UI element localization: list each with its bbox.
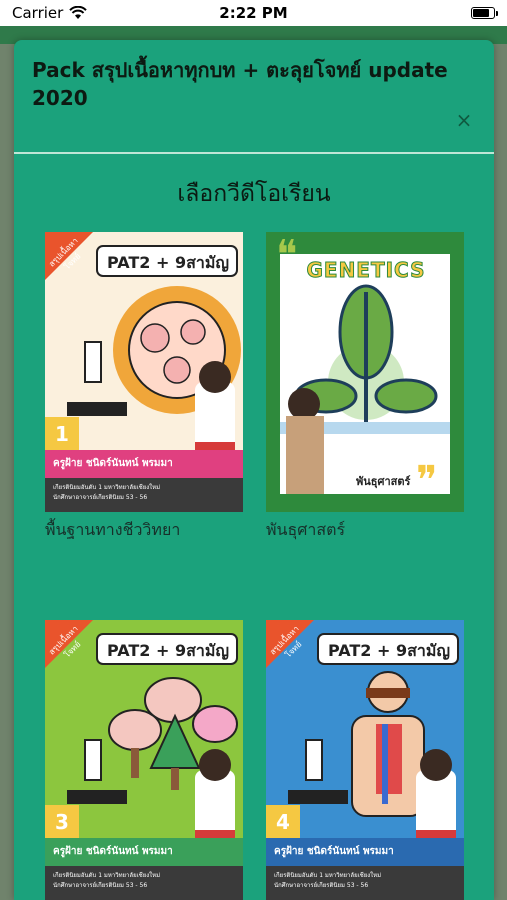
video-title[interactable]: พันธุศาสตร์: [266, 518, 494, 543]
carrier-label: Carrier: [12, 4, 64, 22]
battery-level: [473, 9, 490, 17]
wifi-icon: [69, 6, 88, 19]
video-cover[interactable]: สรุปเนื้อหา โจทย์ PAT2 + 9สามัญ 3 ครูฝ้า…: [45, 620, 243, 900]
video-cover[interactable]: สรุปเนื้อหา โจทย์ PAT2 + 9สามัญ 1 ครูฝ้า…: [45, 232, 243, 512]
modal-title: Pack สรุปเนื้อหาทุกบท + ตะลุยโจทย์ updat…: [32, 58, 448, 110]
cover-number: 4: [276, 810, 290, 834]
video-select-modal: Pack สรุปเนื้อหาทุกบท + ตะลุยโจทย์ updat…: [14, 40, 494, 900]
carrier-info: Carrier: [12, 4, 88, 22]
cover-teacher-sub: เกียรตินิยมอันดับ 1 มหาวิทยาลัยเชียงใหม่: [53, 872, 161, 879]
cover-header: PAT2 + 9สามัญ: [106, 253, 230, 272]
video-title[interactable]: พื้นฐานทางชีววิทยา: [45, 518, 285, 543]
cover-teacher: ครูฝ้าย ชนิดร์นันทน์ พรมมา: [274, 846, 394, 857]
battery-icon: [471, 7, 498, 19]
cover-teacher-sub: เกียรตินิยมอันดับ 1 มหาวิทยาลัยเชียงใหม่: [274, 872, 382, 879]
svg-text:❝: ❝: [276, 232, 298, 278]
cover-number: 1: [55, 422, 69, 446]
cover-teacher-sub2: นักศึกษาอาจารย์เกียรตินิยม 53 - 56: [53, 882, 148, 889]
cover-header: PAT2 + 9สามัญ: [327, 641, 451, 660]
background-edge: [493, 44, 507, 900]
modal-subtitle: เลือกวีดีโอเรียน: [177, 181, 331, 207]
cover-label: พันธุศาสตร์: [356, 475, 411, 488]
close-icon[interactable]: ×: [454, 110, 474, 130]
cover-title: GENETICS: [306, 258, 426, 283]
video-cover[interactable]: สรุปเนื้อหา โจทย์ PAT2 + 9สามัญ 4 ครูฝ้า…: [266, 620, 464, 900]
status-bar: Carrier 2:22 PM: [0, 0, 507, 26]
cover-teacher: ครูฝ้าย ชนิดร์นันทน์ พรมมา: [53, 458, 173, 469]
cover-teacher: ครูฝ้าย ชนิดร์นันทน์ พรมมา: [53, 846, 173, 857]
cover-teacher-sub2: นักศึกษาอาจารย์เกียรตินิยม 53 - 56: [53, 494, 148, 501]
cover-teacher-sub: เกียรตินิยมอันดับ 1 มหาวิทยาลัยเชียงใหม่: [53, 484, 161, 491]
background-edge: [0, 44, 14, 900]
cover-teacher-sub2: นักศึกษาอาจารย์เกียรตินิยม 53 - 56: [274, 882, 369, 889]
video-cover[interactable]: ❝ ❞ GENETICS พันธุศาสตร์: [266, 232, 464, 512]
divider: [14, 152, 494, 154]
cover-header: PAT2 + 9สามัญ: [106, 641, 230, 660]
cover-number: 3: [55, 810, 69, 834]
